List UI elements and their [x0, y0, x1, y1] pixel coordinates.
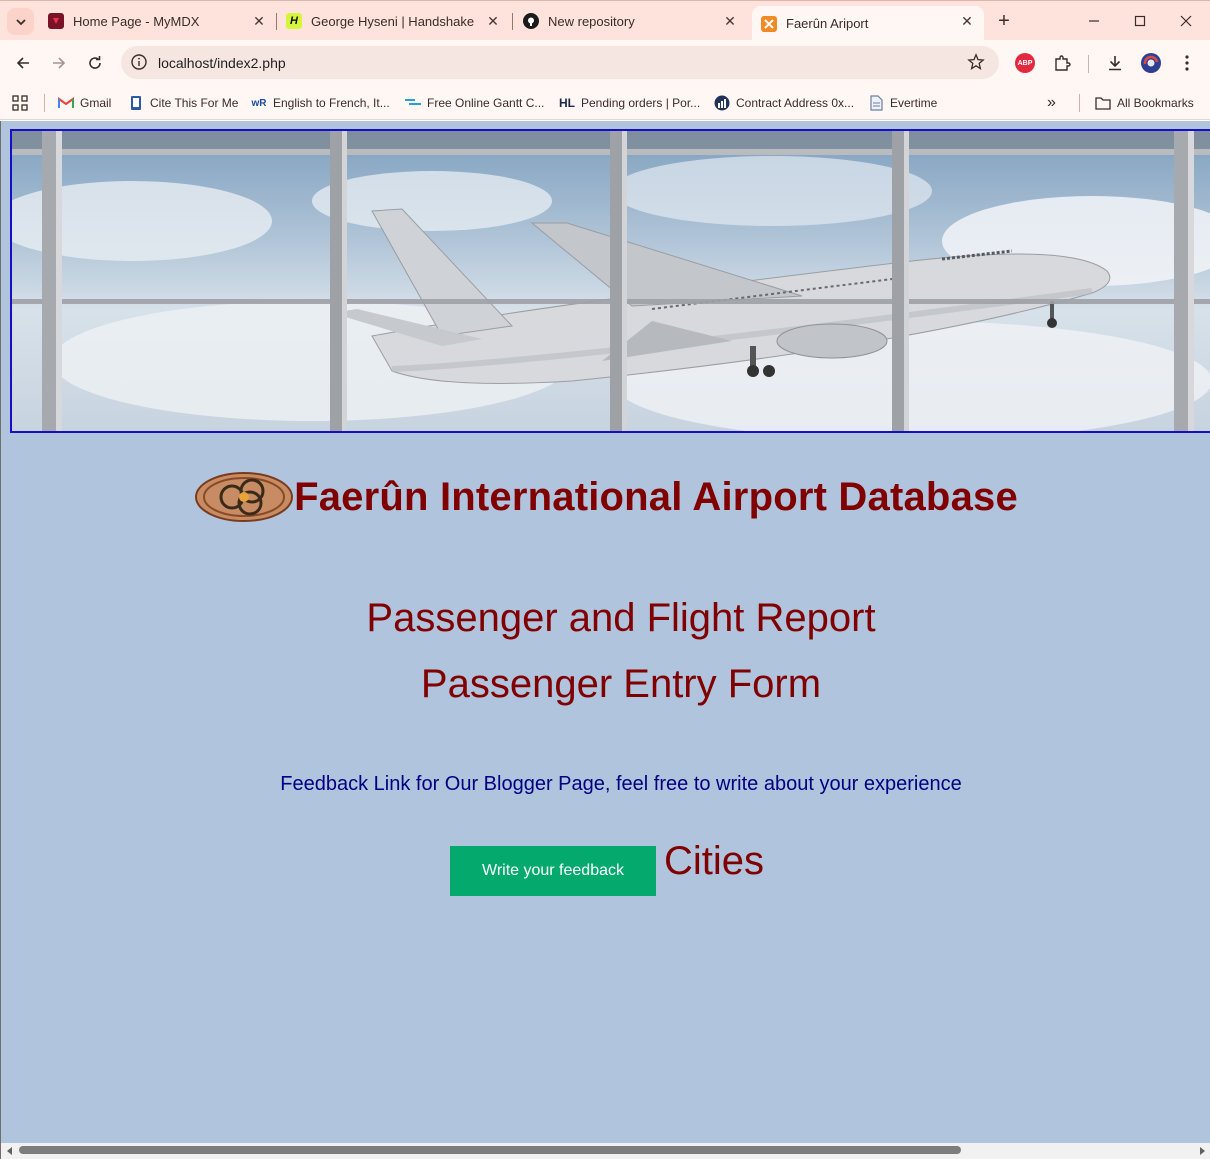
passenger-flight-report-link[interactable]: Passenger and Flight Report [1, 596, 1210, 641]
reload-icon [89, 56, 101, 69]
bookmark-label: English to French, It... [273, 96, 390, 110]
page-title: Faerûn International Airport Database [294, 474, 1018, 519]
passenger-entry-form-link[interactable]: Passenger Entry Form [1, 662, 1210, 707]
close-window-button[interactable] [1175, 10, 1197, 32]
chevron-down-icon [15, 18, 26, 25]
bookmark-label: All Bookmarks [1117, 96, 1194, 110]
tab-title: New repository [548, 13, 635, 29]
bookmark-label: Contract Address 0x... [736, 96, 855, 110]
tab-strip: Home Page - MyMDX ✕ H George Hyseni | Ha… [0, 0, 1210, 41]
avatar [1141, 53, 1161, 73]
tab-github[interactable]: New repository ✕ [523, 1, 737, 41]
forward-button[interactable] [46, 50, 72, 76]
scroll-right-icon[interactable] [1196, 1145, 1208, 1157]
bookmark-pending-orders[interactable]: HL Pending orders | Por... [559, 93, 700, 113]
gmail-icon [58, 95, 74, 111]
bookmark-label: Free Online Gantt C... [427, 96, 545, 110]
tab-mymdx[interactable]: Home Page - MyMDX ✕ [48, 1, 266, 41]
bookmark-gantt[interactable]: Free Online Gantt C... [405, 93, 544, 113]
wordreference-icon: wR [251, 97, 267, 109]
downloads-button[interactable] [1104, 52, 1126, 74]
toolbar-divider [1088, 55, 1089, 73]
bookmark-divider [1079, 94, 1080, 112]
scrollbar-thumb[interactable] [19, 1146, 961, 1154]
reload-button[interactable] [82, 50, 108, 76]
horizontal-scrollbar[interactable] [0, 1143, 1210, 1159]
download-icon [1109, 56, 1121, 71]
tab-divider [512, 13, 513, 30]
tab-title: Faerûn Ariport [786, 16, 869, 31]
cite-this-icon [128, 95, 144, 111]
tab-faerun-airport[interactable]: Faerûn Ariport ✕ [752, 6, 984, 41]
write-feedback-button[interactable]: Write your feedback [450, 846, 656, 896]
arrow-right-icon [53, 57, 66, 69]
back-button[interactable] [10, 50, 36, 76]
adblock-extension-button[interactable]: ABP [1014, 52, 1036, 74]
bookmarks-bar: Gmail Cite This For Me wR English to Fre… [0, 86, 1210, 120]
address-url[interactable]: localhost/index2.php [158, 55, 286, 71]
tab-title: George Hyseni | Handshake [311, 13, 475, 29]
document-icon [868, 95, 884, 111]
address-bar[interactable]: localhost/index2.php [121, 46, 999, 79]
close-icon [1180, 15, 1192, 27]
hl-icon: HL [559, 96, 575, 110]
feedback-description: Feedback Link for Our Blogger Page, feel… [280, 773, 962, 795]
more-vertical-icon [1185, 55, 1189, 71]
tab-search-button[interactable] [7, 8, 34, 35]
tab-title: Home Page - MyMDX [73, 13, 200, 29]
minimize-button[interactable] [1083, 10, 1105, 32]
airport-banner-image [10, 129, 1210, 433]
extensions-button[interactable] [1051, 52, 1073, 74]
close-tab-icon[interactable]: ✕ [252, 14, 266, 28]
bookmark-gmail[interactable]: Gmail [58, 93, 111, 113]
bookmark-contract-address[interactable]: Contract Address 0x... [714, 93, 854, 113]
handshake-icon: H [286, 13, 302, 29]
site-info-icon[interactable] [130, 53, 148, 71]
bookmark-evertime[interactable]: Evertime [868, 93, 937, 113]
browser-toolbar: localhost/index2.php ABP [0, 40, 1210, 86]
folder-icon [1095, 95, 1111, 111]
browser-menu-button[interactable] [1176, 52, 1198, 74]
apps-grid-icon [12, 95, 28, 111]
mymdx-icon [48, 13, 64, 29]
tab-divider [276, 13, 277, 30]
etherscan-icon [714, 95, 730, 111]
apps-button[interactable] [12, 93, 28, 113]
bookmarks-overflow-button[interactable]: » [1047, 93, 1056, 113]
minimize-icon [1089, 20, 1099, 22]
profile-button[interactable] [1140, 52, 1162, 74]
faerun-logo [195, 472, 294, 522]
close-tab-icon[interactable]: ✕ [960, 14, 974, 28]
maximize-button[interactable] [1129, 10, 1151, 32]
bookmark-divider [44, 94, 45, 112]
puzzle-icon [1055, 55, 1071, 71]
tab-handshake[interactable]: H George Hyseni | Handshake ✕ [286, 1, 500, 41]
cities-link[interactable]: Cities [664, 839, 764, 884]
close-tab-icon[interactable]: ✕ [486, 14, 500, 28]
close-tab-icon[interactable]: ✕ [723, 14, 737, 28]
bookmark-label: Evertime [890, 96, 938, 110]
github-icon [523, 13, 539, 29]
xampp-icon [761, 15, 777, 32]
scroll-left-icon[interactable] [4, 1145, 16, 1157]
bookmark-wordreference[interactable]: wR English to French, It... [251, 93, 390, 113]
bookmark-cite-this[interactable]: Cite This For Me [128, 93, 238, 113]
all-bookmarks-button[interactable]: All Bookmarks [1095, 93, 1194, 113]
bookmark-label: Pending orders | Por... [581, 96, 701, 110]
site-header: Faerûn International Airport Database [1, 469, 1210, 525]
arrow-left-icon [16, 57, 29, 69]
new-tab-button[interactable]: + [993, 10, 1015, 32]
gantt-icon [405, 95, 421, 111]
maximize-icon [1134, 15, 1146, 27]
bookmark-label: Cite This For Me [150, 96, 239, 110]
bookmark-star-icon[interactable] [967, 53, 985, 71]
bookmark-label: Gmail [80, 96, 112, 110]
page-viewport: Faerûn International Airport Database Pa… [0, 121, 1210, 1143]
abp-icon: ABP [1015, 53, 1035, 73]
